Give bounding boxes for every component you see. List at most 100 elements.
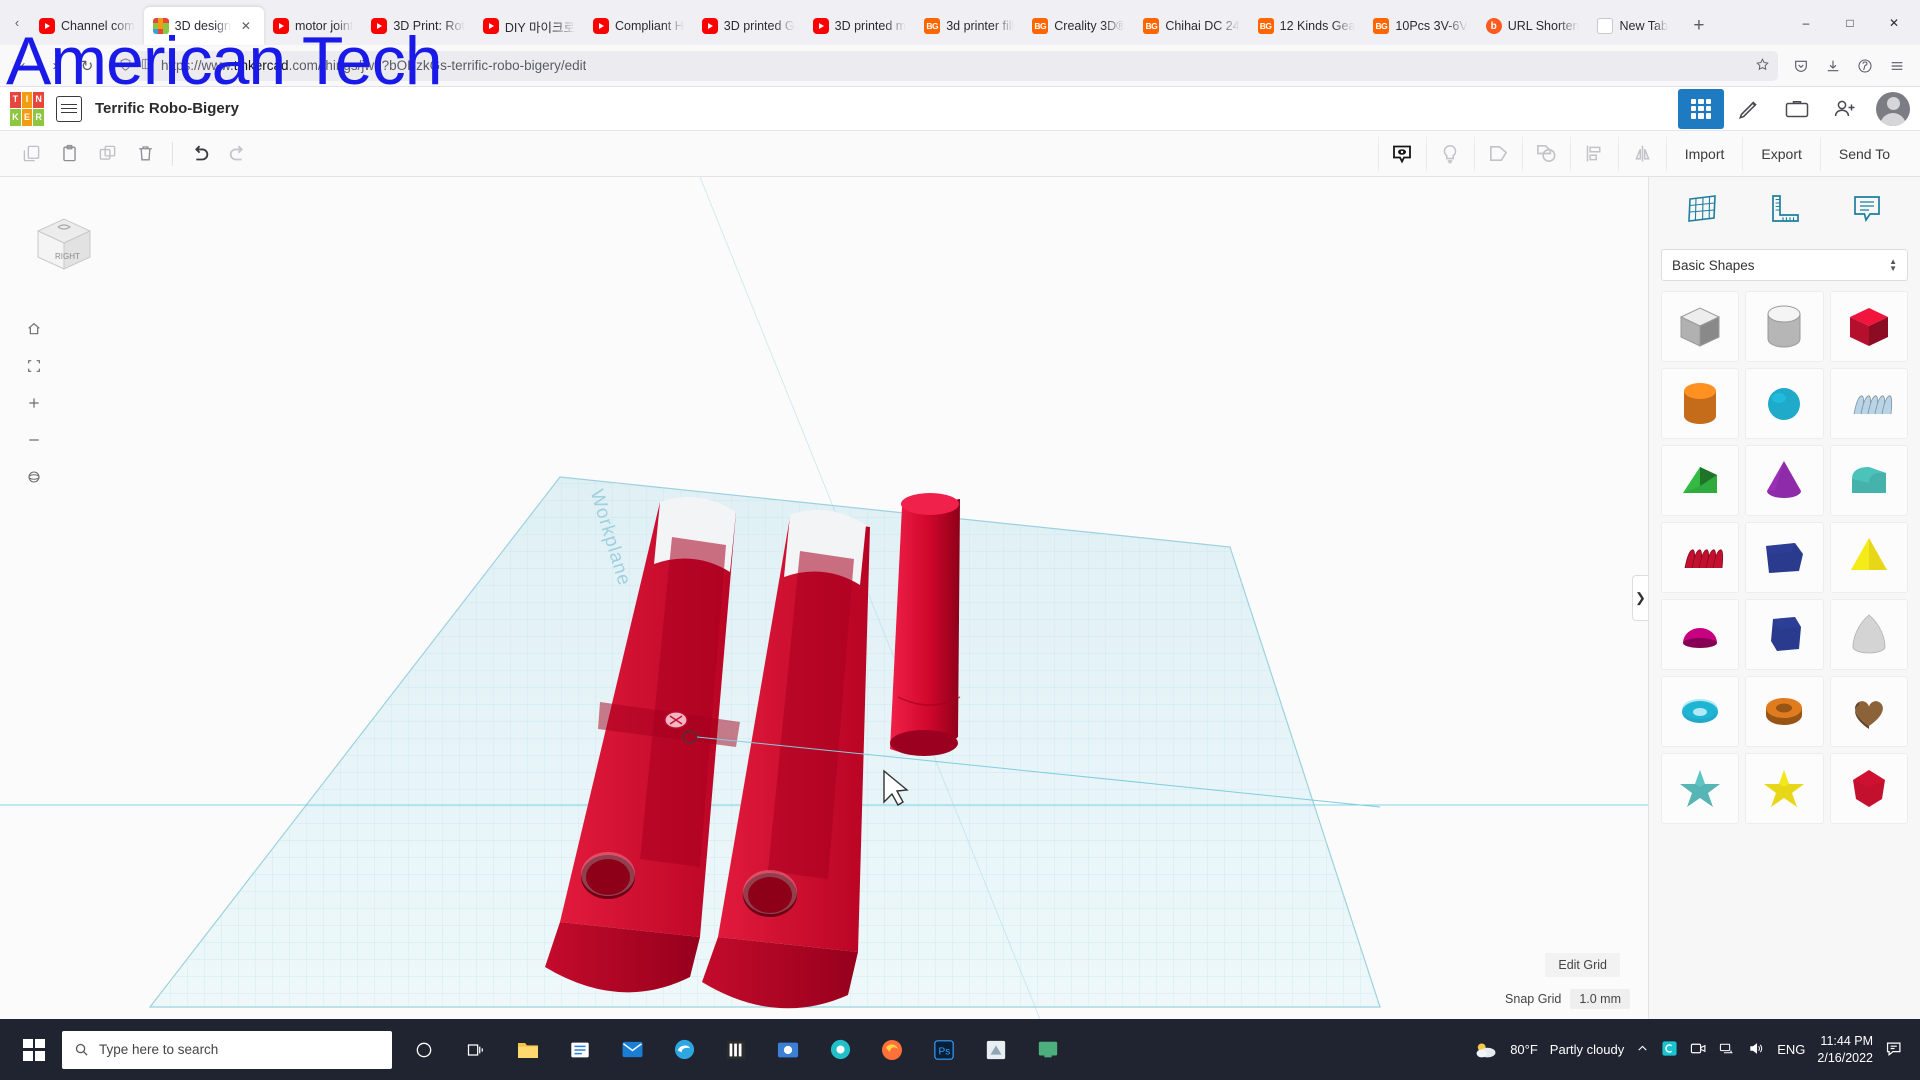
cortana-icon[interactable]	[398, 1022, 450, 1078]
sketch-icon[interactable]	[970, 1022, 1022, 1078]
back-icon[interactable]: ‹	[8, 51, 38, 81]
export-button[interactable]: Export	[1742, 136, 1819, 171]
apps-grid-button[interactable]	[1678, 88, 1724, 129]
lightbulb-icon[interactable]	[1425, 136, 1474, 171]
reader-icon[interactable]	[140, 57, 154, 74]
hexprism-shape[interactable]	[1745, 599, 1824, 670]
notifications-icon[interactable]	[1885, 1040, 1904, 1060]
box-shape[interactable]	[1829, 291, 1908, 362]
edge-icon[interactable]	[658, 1022, 710, 1078]
orbit-icon[interactable]	[20, 463, 48, 491]
browser-tab[interactable]: 3D printed G	[693, 7, 804, 45]
new-tab-button[interactable]: +	[1683, 10, 1715, 42]
project-menu-icon[interactable]	[56, 95, 82, 122]
vlc-icon[interactable]	[710, 1022, 762, 1078]
forward-icon[interactable]: ›	[40, 51, 70, 81]
copy-icon[interactable]	[12, 139, 50, 169]
ungroup-icon[interactable]	[1521, 136, 1570, 171]
browser-tab[interactable]: b URL Shorten	[1477, 7, 1589, 45]
zoom-in-icon[interactable]	[20, 389, 48, 417]
edit-grid-button[interactable]: Edit Grid	[1545, 953, 1620, 977]
polygon-shape[interactable]	[1745, 522, 1824, 593]
firefox-icon[interactable]	[866, 1022, 918, 1078]
browser-tab[interactable]: BG Chihai DC 24	[1134, 7, 1248, 45]
clock[interactable]: 11:44 PM 2/16/2022	[1817, 1033, 1873, 1067]
download-icon[interactable]	[1818, 51, 1848, 81]
sphere-shape[interactable]	[1745, 368, 1824, 439]
minimize-button[interactable]: –	[1784, 0, 1828, 45]
other-app-icon[interactable]	[1022, 1022, 1074, 1078]
maximize-button[interactable]: □	[1828, 0, 1872, 45]
menu-icon[interactable]	[1882, 51, 1912, 81]
undo-icon[interactable]	[181, 139, 219, 169]
cortana-circle-icon[interactable]	[1661, 1040, 1678, 1060]
3d-canvas[interactable]: Workplane RIGHT Edit Grid Snap Grid 1.0 …	[0, 177, 1648, 1019]
tinkercad-logo[interactable]: TINKER	[10, 91, 44, 126]
send-to-button[interactable]: Send To	[1819, 136, 1908, 171]
import-button[interactable]: Import	[1665, 136, 1743, 171]
chrome-icon[interactable]	[814, 1022, 866, 1078]
group-icon[interactable]	[1473, 136, 1522, 171]
delete-icon[interactable]	[126, 139, 164, 169]
shape-category-select[interactable]: Basic Shapes ▲ ▼	[1661, 249, 1908, 281]
camera-icon[interactable]	[1690, 1041, 1707, 1059]
halfsphere-shape[interactable]	[1661, 599, 1740, 670]
tube-shape[interactable]	[1745, 676, 1824, 747]
browser-tab[interactable]: Channel com	[30, 7, 144, 45]
view-eye-icon[interactable]	[1377, 136, 1426, 171]
wedge-shape[interactable]	[1661, 445, 1740, 516]
heart-shape[interactable]	[1829, 676, 1908, 747]
tab-list-scroll-left[interactable]: ‹	[4, 0, 30, 45]
tab-close-button[interactable]: ✕	[237, 17, 255, 35]
language-indicator[interactable]: ENG	[1777, 1042, 1805, 1057]
note-icon[interactable]	[1844, 188, 1890, 230]
browser-tab[interactable]: BG 3d printer fill	[915, 7, 1023, 45]
browser-tab[interactable]: BG 10Pcs 3V-6V	[1364, 7, 1476, 45]
close-button[interactable]: ✕	[1872, 0, 1916, 45]
star-yellow-shape[interactable]	[1745, 753, 1824, 824]
torus-shape[interactable]	[1661, 676, 1740, 747]
paste-icon[interactable]	[50, 139, 88, 169]
pyramid-shape[interactable]	[1829, 522, 1908, 593]
home-view-icon[interactable]	[20, 315, 48, 343]
star-teal-shape[interactable]	[1661, 753, 1740, 824]
volume-icon[interactable]	[1748, 1041, 1765, 1059]
align-icon[interactable]	[1569, 136, 1618, 171]
learn-pencil-button[interactable]	[1726, 89, 1772, 129]
box-hole-shape[interactable]	[1661, 291, 1740, 362]
add-person-button[interactable]	[1822, 89, 1868, 129]
text-shape[interactable]	[1661, 522, 1740, 593]
cone-shape[interactable]	[1745, 445, 1824, 516]
photoshop-icon[interactable]: Ps	[918, 1022, 970, 1078]
mirror-icon[interactable]	[1617, 136, 1666, 171]
mail-icon[interactable]	[606, 1022, 658, 1078]
roof-shape[interactable]	[1829, 445, 1908, 516]
ruler-icon[interactable]	[1761, 188, 1807, 230]
redo-icon[interactable]	[219, 139, 257, 169]
network-icon[interactable]	[1719, 1041, 1736, 1059]
snap-grid-value[interactable]: 1.0 mm	[1570, 989, 1630, 1009]
browser-tab[interactable]: New Tab	[1588, 7, 1676, 45]
browser-tab[interactable]: 3D Print: Rot	[362, 7, 474, 45]
cylinder-shape[interactable]	[1661, 368, 1740, 439]
view-cube[interactable]: RIGHT	[28, 209, 98, 279]
reload-icon[interactable]: ↻	[72, 51, 102, 81]
browser-tab[interactable]: 3D printed m	[804, 7, 916, 45]
cylinder-hole-shape[interactable]	[1745, 291, 1824, 362]
pinterest-icon[interactable]	[1850, 51, 1880, 81]
gem-shape[interactable]	[1829, 753, 1908, 824]
browser-tab[interactable]: motor joint	[264, 7, 362, 45]
bookmark-star-icon[interactable]	[1755, 57, 1770, 75]
gallery-button[interactable]	[1774, 89, 1820, 129]
start-button[interactable]	[6, 1019, 62, 1080]
paraboloid-shape[interactable]	[1829, 599, 1908, 670]
capture-icon[interactable]	[762, 1022, 814, 1078]
browser-tab[interactable]: DIY 마이크로	[474, 7, 584, 45]
avatar[interactable]	[1876, 91, 1910, 126]
store-icon[interactable]	[554, 1022, 606, 1078]
duplicate-icon[interactable]	[88, 139, 126, 169]
browser-tab[interactable]: BG 12 Kinds Gea	[1249, 7, 1365, 45]
scribble-shape[interactable]	[1829, 368, 1908, 439]
browser-tab[interactable]: BG Creality 3D®	[1023, 7, 1134, 45]
address-bar[interactable]: https://www.tinkercad.com/things/jw9?bOB…	[110, 50, 1778, 81]
